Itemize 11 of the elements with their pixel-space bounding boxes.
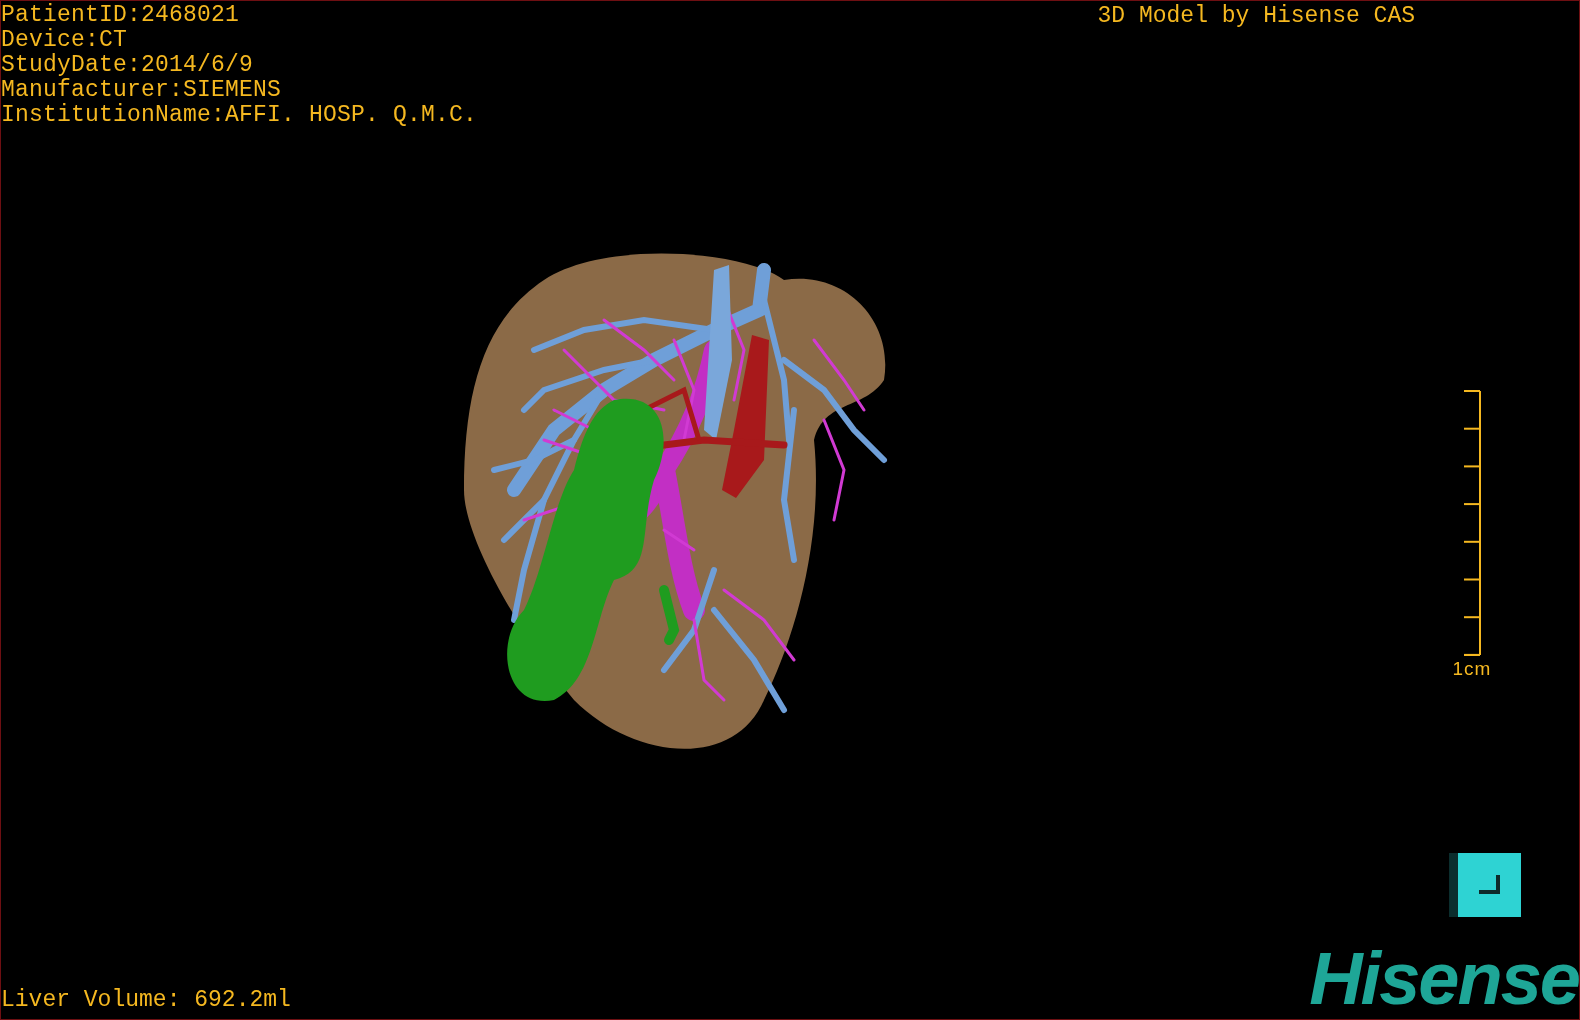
patient-info-text: Manufacturer:SIEMENS [1,78,283,103]
viewer-title: 3D Model by Hisense CAS [1097,4,1415,29]
scale-label: 1cm [1452,658,1492,680]
patient-info-text: Device:CT [1,28,129,53]
patient-info-text: InstitutionName:AFFI. HOSP. Q.M.C. [1,103,478,128]
corner-view-button[interactable] [1449,853,1521,917]
brand-logo: Hisense [1309,947,1579,1011]
patient-info-text: PatientID:2468021 [1,3,241,28]
corner-icon [1478,875,1501,895]
liver-volume-text: Liver Volume: 692.2ml [1,988,291,1013]
patient-info-text: StudyDate:2014/6/9 [1,53,255,78]
